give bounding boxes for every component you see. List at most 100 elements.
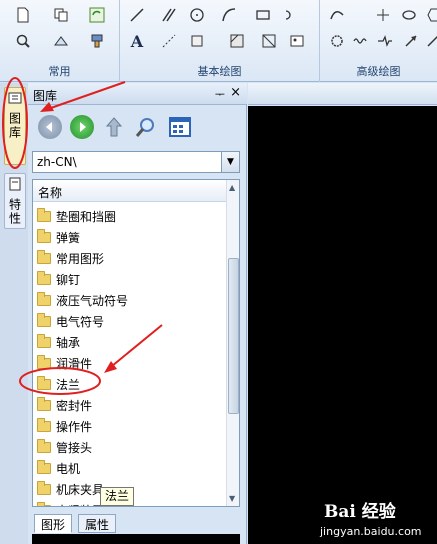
rectangle-icon[interactable] [254,6,272,24]
list-item[interactable]: 操作件 [37,416,222,436]
more-tools-icon[interactable] [424,32,437,50]
folder-icon [37,333,51,348]
search-button[interactable] [134,115,158,139]
ribbon: 常用 A 基本绘图 高级绘图 [0,0,437,82]
frame-icon[interactable] [260,32,278,50]
wave-line-icon[interactable] [352,32,370,50]
library-icon [8,91,22,108]
folder-icon [37,417,51,432]
side-tab-label: 特性 [7,198,22,226]
spline-icon[interactable] [328,6,346,24]
image-icon[interactable] [288,32,306,50]
up-arrow-icon [105,117,123,137]
polyline-icon[interactable] [282,6,300,24]
list-item[interactable]: 垫圈和挡圈 [37,206,222,226]
folder-icon [37,375,51,390]
watermark-url: jingyan.baidu.com [320,525,422,538]
list-scrollbar[interactable]: ▲ ▼ [226,180,239,506]
tab-graphics[interactable]: 图形 [34,514,73,533]
list-item[interactable]: 管接头 [37,437,222,457]
list-item[interactable]: 液压气动符号 [37,290,222,310]
ribbon-group-label: 基本绘图 [197,65,242,78]
parallel-line-icon[interactable] [160,6,178,24]
list-item-label: 润滑件 [56,356,93,371]
hatch-icon[interactable] [228,32,246,50]
grid-view-icon [169,117,191,137]
list-item-label: 机床夹具 [56,482,105,497]
scrollbar-thumb[interactable] [228,258,239,414]
arc-icon[interactable] [220,6,238,24]
scroll-down-icon[interactable]: ▼ [229,494,235,503]
panel-titlebar: 图库 ᅮ × [28,83,247,105]
search-icon [135,118,154,137]
side-tab-label: 图库 [7,112,22,140]
polygon-icon[interactable] [426,6,437,24]
break-line-icon[interactable] [376,32,394,50]
folder-icon [37,312,51,327]
list-item-label: 弹簧 [56,230,81,245]
path-value: zh-CN\ [37,155,77,169]
side-tab-strip: 图库 特性 [0,83,28,544]
list-item[interactable]: 铆钉 [37,269,222,289]
pin-icon[interactable]: ᅮ [215,86,225,102]
point-icon[interactable] [374,6,392,24]
list-item-label: 夹紧装置 [56,502,104,507]
list-item[interactable]: 弹簧 [37,227,222,247]
ellipse-icon[interactable] [400,6,418,24]
list-item[interactable]: 密封件 [37,395,222,415]
line-icon[interactable] [128,6,146,24]
brush-icon[interactable] [88,32,106,50]
dim-line-icon[interactable] [160,32,178,50]
folder-icon [37,354,51,369]
column-header-label: 名称 [38,186,63,200]
tooltip: 法兰 [100,487,135,506]
new-file-icon[interactable] [14,6,32,24]
ribbon-group-label: 常用 [48,65,71,78]
column-header-name[interactable]: 名称 [33,180,227,202]
arrow-tool-icon[interactable] [402,32,420,50]
side-tab-library[interactable]: 图库 [4,87,26,165]
tab-attributes[interactable]: 属性 [78,514,117,533]
properties-icon [8,177,22,194]
watermark-brand: Bai 经验 [324,502,396,522]
list-item-label: 液压气动符号 [56,293,129,308]
chevron-down-icon[interactable]: ▼ [221,152,239,172]
list-item[interactable]: 常用图形 [37,248,222,268]
list-item-label: 垫圈和挡圈 [56,209,117,224]
up-folder-button[interactable] [102,115,126,139]
circle-icon[interactable] [188,6,206,24]
list-item-label: 轴承 [56,335,81,350]
back-button[interactable] [38,115,62,139]
path-dropdown[interactable]: zh-CN\ ▼ [32,151,240,173]
list-item[interactable]: 电机 [37,458,222,478]
folder-icon [37,249,51,264]
zoom-icon[interactable] [14,32,32,50]
list-item[interactable]: 电气符号 [37,311,222,331]
copy-icon[interactable] [52,6,70,24]
close-icon[interactable]: × [230,85,241,100]
transform-icon[interactable] [52,32,70,50]
list-item[interactable]: 润滑件 [37,353,222,373]
panel-bottom-tabs: 图形 属性 [32,514,240,534]
drawing-canvas[interactable] [248,106,437,544]
folder-icon [37,459,51,474]
folder-icon [37,270,51,285]
list-item-label: 铆钉 [56,272,81,287]
refresh-icon[interactable] [88,6,106,24]
library-list: 名称 垫圈和挡圈 弹簧 常用图形 铆钉 液压气动符号 电气符号 轴承 润滑件 法兰 密封件 操作件管… [32,179,240,507]
gear-shape-icon[interactable] [328,32,346,50]
list-item-label: 密封件 [56,398,93,413]
block-icon[interactable] [188,32,206,50]
list-item-label: 电机 [56,461,81,476]
scroll-up-icon[interactable]: ▲ [229,183,235,192]
side-tab-properties[interactable]: 特性 [4,173,26,229]
list-item-label: 操作件 [56,419,93,434]
text-tool-icon[interactable]: A [128,32,146,51]
library-panel: 图库 ᅮ × zh-CN\ ▼ 名称 垫圈和挡圈弹簧常用图形铆钉液压气动符号电气… [28,83,247,544]
forward-button[interactable] [70,115,94,139]
list-item[interactable]: 法兰 [37,374,222,394]
view-mode-button[interactable] [168,115,192,139]
list-item[interactable]: 轴承 [37,332,222,352]
ribbon-group-label: 高级绘图 [356,65,401,78]
folder-icon [37,228,51,243]
